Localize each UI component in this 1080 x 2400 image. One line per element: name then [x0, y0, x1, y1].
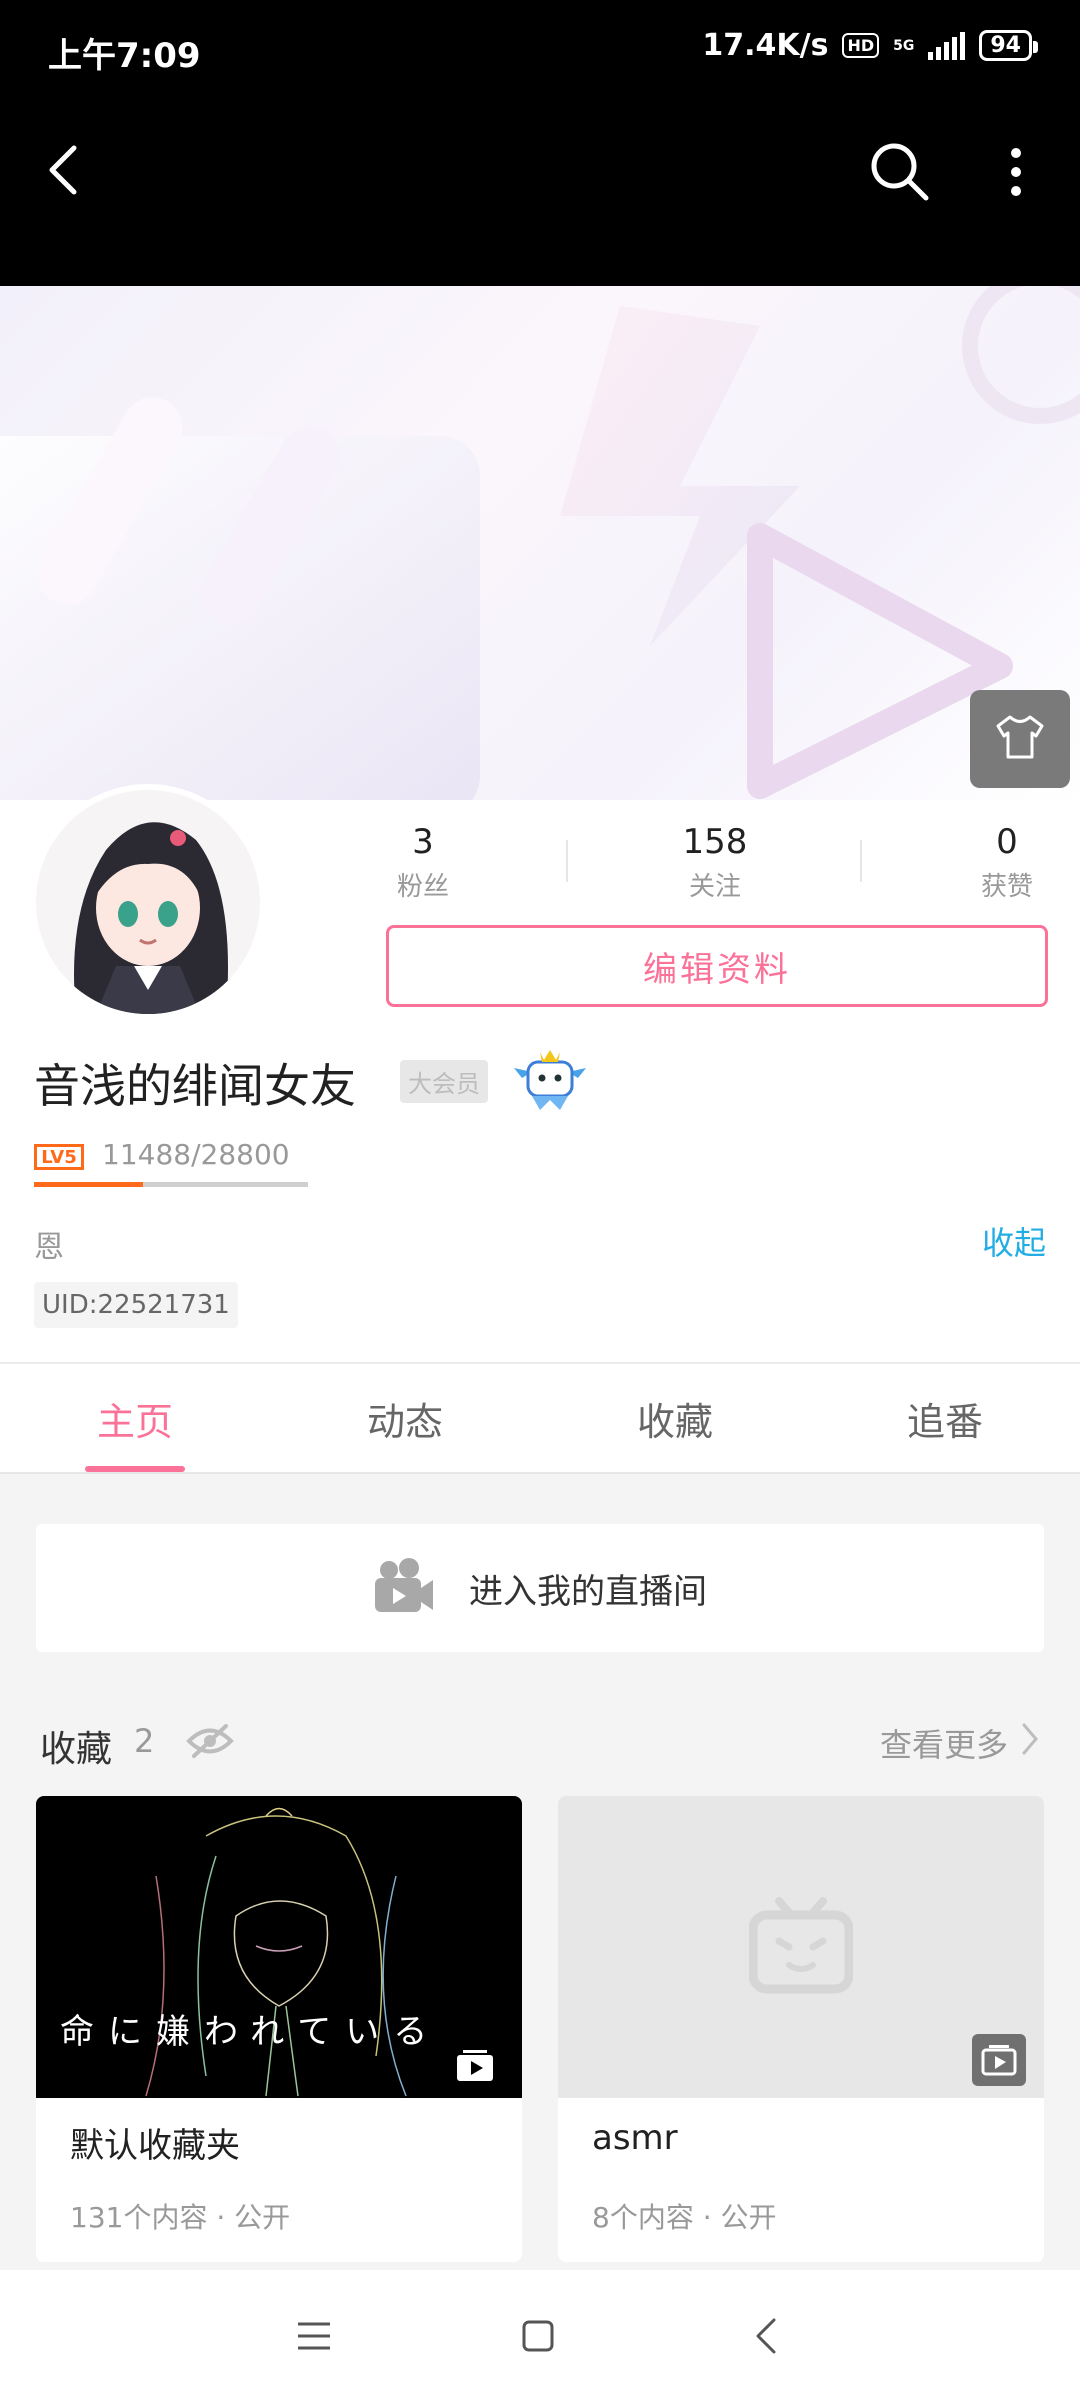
network-label: 5G	[893, 37, 915, 54]
stat-fans[interactable]: 3 粉丝	[348, 822, 498, 903]
home-icon[interactable]	[508, 2306, 568, 2366]
likes-count: 0	[996, 822, 1018, 862]
favorites-title: 收藏	[40, 1729, 113, 1770]
favorites-count: 2	[134, 1722, 155, 1760]
folder-title: asmr	[592, 2118, 678, 2158]
see-more-link[interactable]: 查看更多	[880, 1720, 1040, 1766]
fans-count: 3	[412, 822, 434, 862]
folder-title: 默认收藏夹	[70, 2126, 240, 2166]
tv-placeholder-icon	[748, 1895, 854, 1999]
see-more-label: 查看更多	[879, 1726, 1008, 1764]
username: 音浅的绯闻女友	[34, 1059, 356, 1113]
signature: 恩	[34, 1230, 64, 1265]
tab-favorites[interactable]: 收藏	[540, 1364, 810, 1472]
back-icon[interactable]	[40, 140, 84, 200]
tab-home[interactable]: 主页	[0, 1364, 270, 1472]
stat-likes[interactable]: 0 获赞	[932, 822, 1080, 903]
divider	[860, 840, 862, 882]
following-count: 158	[682, 822, 748, 862]
more-icon[interactable]	[996, 140, 1036, 204]
vip-badge[interactable]: 大会员	[400, 1060, 488, 1103]
profile-tabs: 主页 动态 收藏 追番	[0, 1362, 1080, 1474]
fans-label: 粉丝	[396, 872, 449, 902]
live-room-button[interactable]: 进入我的直播间	[36, 1524, 1044, 1652]
cover-caption: 命に嫌われている	[60, 2012, 442, 2052]
level-badge[interactable]: LV5	[34, 1144, 84, 1170]
chevron-right-icon	[1020, 1721, 1040, 1765]
folder-meta: 131个内容 · 公开	[70, 2201, 291, 2234]
camera-icon	[373, 1558, 435, 1618]
search-icon[interactable]	[868, 140, 932, 204]
stat-following[interactable]: 158 关注	[640, 822, 790, 903]
net-speed: 17.4K/s	[702, 28, 829, 63]
favorite-folder-card[interactable]: asmr 8个内容 · 公开	[558, 1796, 1044, 2262]
eye-off-icon[interactable]	[186, 1722, 234, 1760]
uid-label[interactable]: UID:22521731	[34, 1282, 238, 1328]
edit-profile-button[interactable]: 编辑资料	[386, 925, 1048, 1007]
mascot-badge-icon[interactable]	[514, 1048, 586, 1112]
avatar[interactable]	[30, 784, 266, 1020]
collapse-link[interactable]: 收起	[982, 1218, 1046, 1264]
nav-back-icon[interactable]	[736, 2306, 796, 2366]
menu-icon[interactable]	[284, 2306, 344, 2366]
following-label: 关注	[688, 872, 741, 902]
signal-icon	[928, 31, 966, 60]
exp-text: 11488/28800	[102, 1138, 290, 1171]
status-indicators: 17.4K/s HD 5G 94	[702, 28, 1038, 63]
live-room-label: 进入我的直播间	[469, 1571, 707, 1612]
hd-badge: HD	[842, 33, 880, 58]
tab-dynamic[interactable]: 动态	[270, 1364, 540, 1472]
play-icon	[972, 2034, 1026, 2086]
play-icon	[448, 2040, 502, 2092]
profile-banner	[0, 286, 1080, 800]
dress-up-button[interactable]	[970, 690, 1070, 788]
exp-bar-fill	[34, 1182, 144, 1187]
shirt-icon	[994, 714, 1046, 764]
favorite-folder-card[interactable]: 命に嫌われている 默认收藏夹 131个内容 · 公开	[36, 1796, 522, 2262]
divider	[566, 840, 568, 882]
battery-icon: 94	[979, 30, 1038, 61]
likes-label: 获赞	[980, 872, 1033, 902]
folder-meta: 8个内容 · 公开	[592, 2201, 777, 2234]
tab-bangumi[interactable]: 追番	[810, 1364, 1080, 1472]
status-time: 上午7:09	[48, 36, 201, 76]
